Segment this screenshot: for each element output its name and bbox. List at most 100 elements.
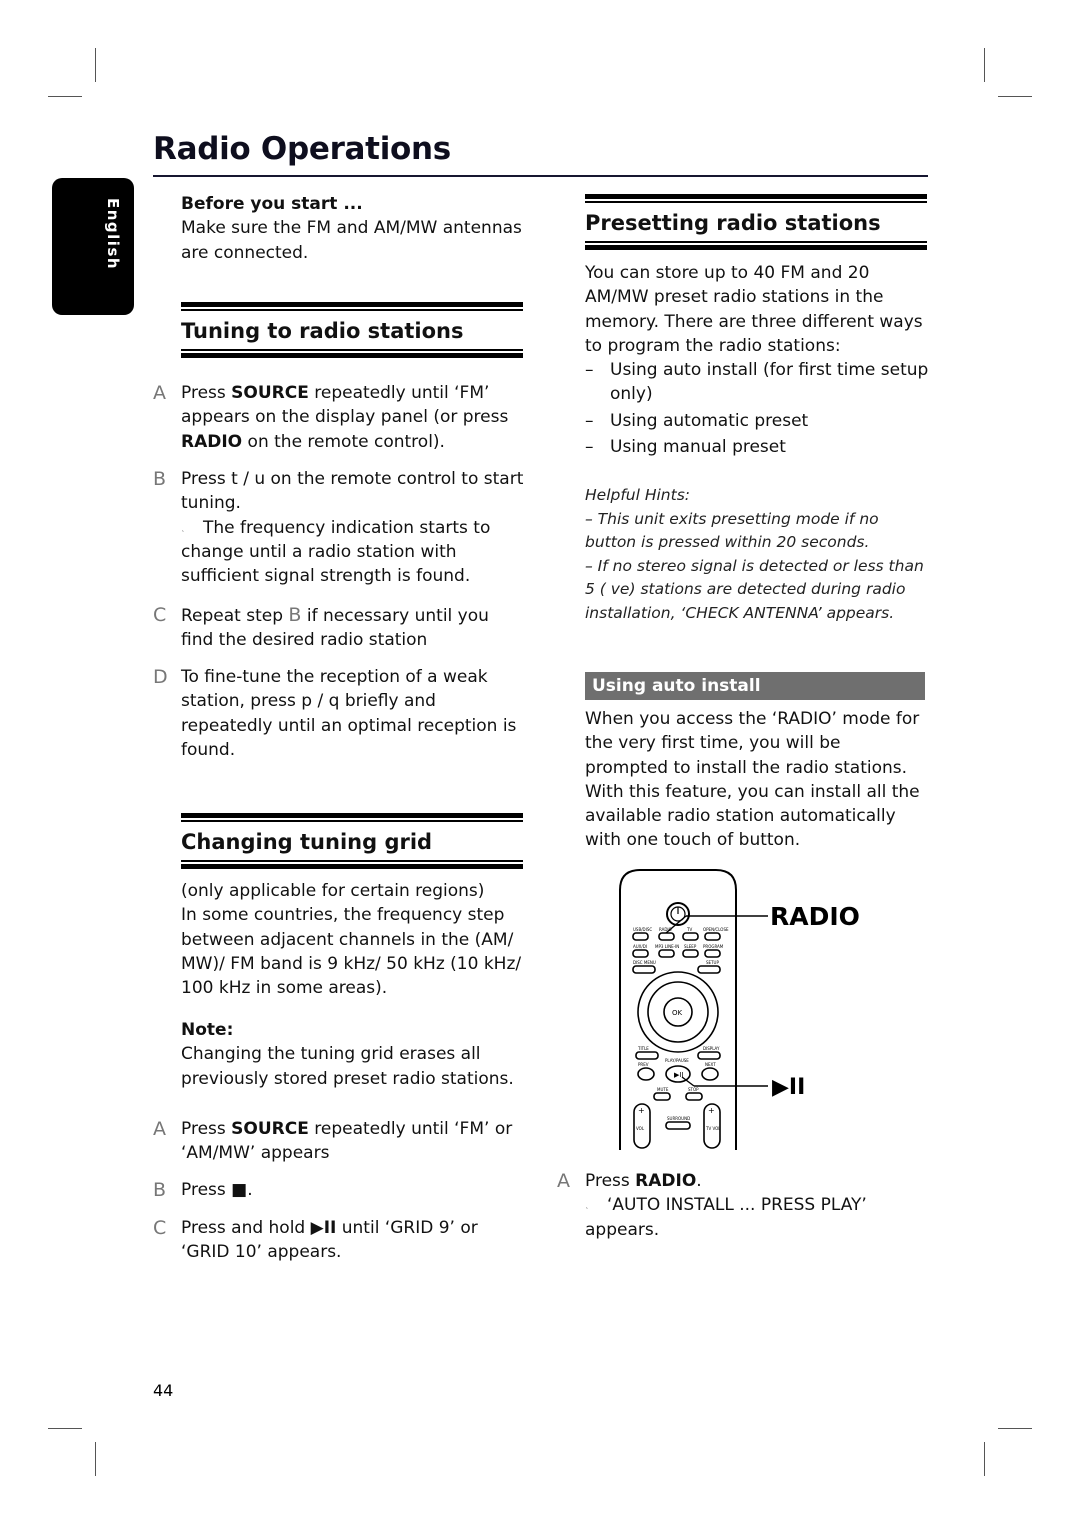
result-arrow-icon: ˛: [181, 522, 185, 532]
list-item: Using automatic preset: [585, 409, 930, 434]
open-close-button: [704, 932, 721, 941]
sleep-button: [682, 949, 699, 958]
grid-note: Note: Changing the tuning grid erases al…: [181, 1018, 526, 1091]
btn-label-stop: STOP: [688, 1087, 699, 1092]
language-tab: English: [52, 178, 134, 315]
btn-label-playpause: PLAY/PAUSE: [665, 1058, 689, 1063]
step-letter: D: [153, 666, 168, 688]
btn-label-mute: MUTE: [657, 1087, 669, 1092]
ok-label: OK: [672, 1009, 683, 1017]
tuning-step-a: A Press SOURCE repeatedly until ‘FM’ app…: [153, 382, 509, 452]
program-button: [704, 949, 721, 958]
svg-text:+: +: [708, 1106, 715, 1115]
key-radio: RADIO: [635, 1171, 697, 1191]
step-letter: A: [153, 1118, 166, 1140]
hint-item: – If no stereo signal is detected or les…: [585, 556, 924, 622]
key-radio: RADIO: [181, 431, 243, 452]
mute-button: [653, 1092, 671, 1101]
btn-label-surround: SURROUND: [667, 1116, 690, 1121]
preset-methods-list: Using auto install (for first time setup…: [585, 358, 930, 459]
btn-label-setup: SETUP: [706, 960, 719, 965]
btn-label-display: DISPLAY: [703, 1046, 720, 1051]
section-heading-grid: Changing tuning grid: [181, 813, 523, 869]
auto-install-text: When you access the ‘RADIO’ mode for the…: [585, 709, 920, 851]
title-button: [635, 1051, 659, 1060]
prev-button: [637, 1067, 655, 1081]
btn-label-mp3: MP3 LINE-IN: [655, 944, 679, 949]
step-letter: B: [153, 1179, 167, 1201]
vol-label: VOL: [636, 1126, 645, 1131]
result-arrow-icon: ˛: [585, 1200, 589, 1210]
step-letter: C: [153, 1217, 167, 1239]
step-letter: A: [153, 382, 166, 404]
crop-mark: [984, 48, 985, 82]
before-start: Before you start ... Make sure the FM an…: [181, 192, 526, 265]
btn-label-sleep: SLEEP: [684, 944, 697, 949]
section-title: Presetting radio stations: [585, 211, 881, 235]
disc-menu-button: [632, 965, 656, 974]
crop-mark: [48, 96, 82, 97]
helpful-hints: Helpful Hints: – This unit exits presett…: [585, 484, 925, 625]
crop-mark: [984, 1442, 985, 1476]
svg-text:+: +: [638, 1106, 645, 1115]
page-number: 44: [153, 1381, 174, 1400]
aux-button: [632, 949, 649, 958]
play-pause-icon: ▶II: [310, 1218, 337, 1238]
step-letter: B: [153, 468, 167, 490]
crop-mark: [95, 1442, 96, 1476]
crop-mark: [998, 96, 1032, 97]
stop-icon: ■: [231, 1180, 248, 1200]
btn-label-aux: AUX/DI: [633, 944, 647, 949]
btn-label-title: TITLE: [637, 1046, 649, 1051]
auto-install-step-a: A Press RADIO. ˛ ‘AUTO INSTALL ... PRESS …: [557, 1170, 867, 1240]
step-ref: B: [288, 604, 302, 626]
btn-label-program: PROGRAM: [703, 944, 724, 949]
subheading-auto-install: Using auto install: [585, 672, 925, 700]
tuning-step-d: D To fine-tune the reception of a weak s…: [153, 666, 517, 760]
crop-mark: [95, 48, 96, 82]
list-item: Using manual preset: [585, 435, 930, 460]
grid-step-a: A Press SOURCE repeatedly until ‘FM’ or …: [153, 1118, 513, 1164]
hints-heading: Helpful Hints:: [585, 486, 691, 504]
crop-mark: [998, 1428, 1032, 1429]
before-start-text: Make sure the FM and AM/MW antennas are …: [181, 218, 522, 263]
step-letter: A: [557, 1170, 570, 1192]
callout-play-pause-icon: ▶II: [772, 1075, 805, 1100]
btn-label-open: OPEN/CLOSE: [703, 927, 729, 932]
key-source: SOURCE: [231, 1119, 309, 1139]
title-rule: [153, 175, 928, 177]
section-heading-presetting: Presetting radio stations: [585, 194, 927, 250]
section-title: Changing tuning grid: [181, 830, 433, 854]
mp3-button: [658, 949, 675, 958]
note-text: Changing the tuning grid erases all prev…: [181, 1044, 514, 1089]
stop-button: [685, 1092, 703, 1101]
section-heading-tuning: Tuning to radio stations: [181, 302, 523, 358]
next-button: [701, 1067, 719, 1081]
language-label: English: [104, 198, 122, 271]
callout-radio-label: RADIO: [770, 902, 860, 931]
tuning-step-c: C Repeat step B if necessary until you f…: [153, 604, 489, 651]
grid-intro: (only applicable for certain regions) In…: [181, 881, 522, 999]
tv-button: [682, 932, 699, 941]
tuning-step-b: B Press t / u on the remote control to s…: [153, 468, 524, 587]
hint-item: – This unit exits presetting mode if no …: [585, 509, 879, 552]
btn-label-tv: TV: [686, 927, 692, 932]
setup-button: [697, 965, 721, 974]
surround-button: [665, 1121, 691, 1130]
note-heading: Note:: [181, 1020, 234, 1040]
list-item: Using auto install (for first time setup…: [585, 358, 930, 407]
grid-step-b: B Press ■.: [153, 1179, 253, 1201]
radio-button: [658, 932, 675, 941]
usb-disc-button: [632, 932, 649, 941]
before-start-heading: Before you start ...: [181, 194, 363, 214]
btn-label-usb: USB/DISC: [633, 927, 652, 932]
section-title: Tuning to radio stations: [181, 319, 464, 343]
key-source: SOURCE: [231, 383, 309, 403]
remote-control-illustration: USB/DISC RADIO TV OPEN/CLOSE AUX/DI MP3 …: [619, 869, 860, 1150]
presetting-intro: You can store up to 40 FM and 20 AM/MW p…: [585, 261, 930, 460]
tv-vol-label: TV VOL: [705, 1126, 721, 1131]
crop-mark: [48, 1428, 82, 1429]
btn-label-next: NEXT: [705, 1062, 716, 1067]
btn-label-discmenu: DISC MENU: [633, 960, 656, 965]
step-letter: C: [153, 604, 167, 626]
